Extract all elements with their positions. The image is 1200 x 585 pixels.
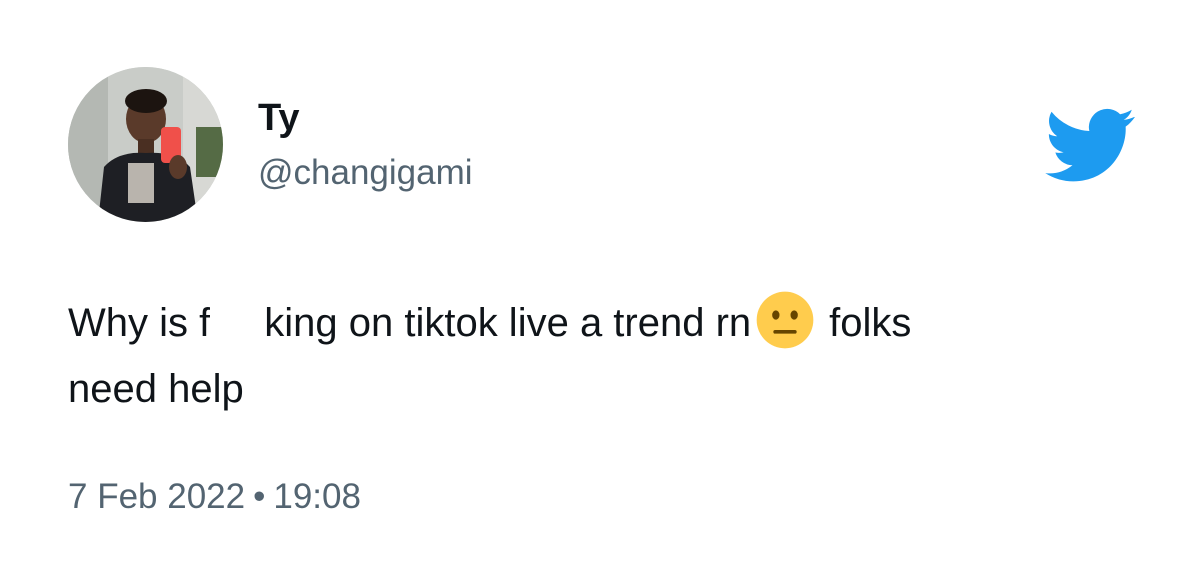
user-avatar-photo [68, 67, 223, 222]
tweet-text-line-2: need help [68, 367, 244, 411]
tweet-timestamp[interactable]: 7 Feb 2022 • 19:08 [68, 476, 361, 518]
tweet-date: 7 Feb 2022 [68, 477, 246, 516]
twitter-bird-icon-graphic [1045, 108, 1135, 182]
tweet-text-line-1: Why is f king on tiktok live a trend rn f… [68, 290, 1138, 356]
avatar[interactable] [68, 67, 223, 222]
display-name[interactable]: Ty [258, 96, 300, 140]
censored-region [210, 302, 265, 342]
timestamp-separator: • [253, 477, 266, 516]
tweet-text-part-1: Why is f [68, 301, 211, 345]
neutral-face-emoji [755, 290, 815, 350]
tweet-text-part-2: king on tiktok live a trend rn [264, 301, 752, 345]
tweet-card: Ty @changigami Why is f king on tiktok li… [0, 0, 1200, 585]
neutral-face-emoji-graphic [756, 291, 814, 349]
tweet-time: 19:08 [273, 477, 361, 516]
tweet-text-part-3: folks [829, 301, 912, 345]
tweet-text: Why is f king on tiktok live a trend rn f… [68, 290, 1138, 422]
twitter-bird-icon[interactable] [1044, 108, 1136, 184]
user-handle[interactable]: @changigami [258, 152, 473, 194]
